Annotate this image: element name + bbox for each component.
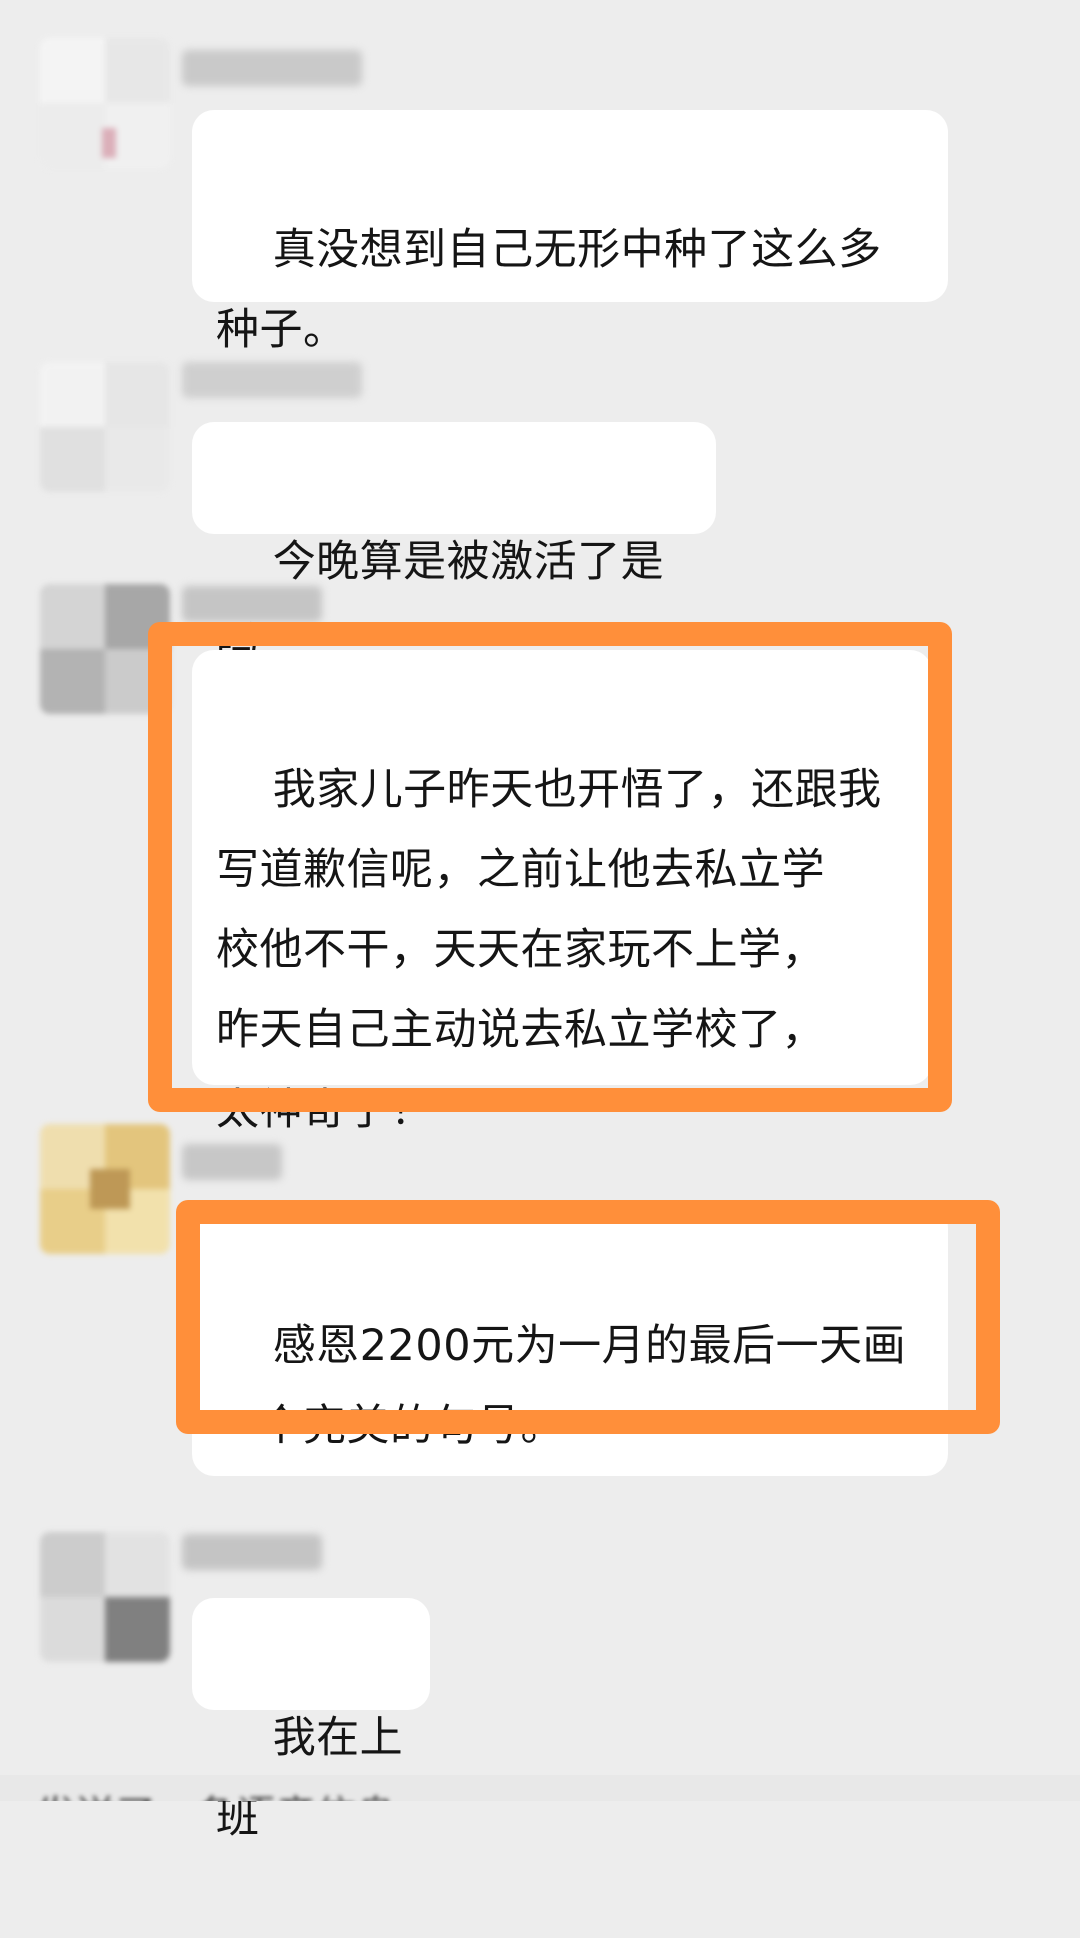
avatar[interactable] bbox=[40, 1124, 170, 1254]
partial-next-message: 发送了一条语音信息 bbox=[0, 1775, 1080, 1801]
sender-name-blurred bbox=[182, 586, 322, 622]
avatar[interactable] bbox=[40, 1532, 170, 1662]
sender-name-blurred bbox=[182, 50, 362, 86]
message-bubble[interactable]: 我在上班 bbox=[192, 1598, 430, 1843]
message-bubble[interactable]: 今晚算是被激活了是吗 bbox=[192, 422, 716, 667]
message-text: 真没想到自己无形中种了这么多 种子。 bbox=[216, 225, 882, 355]
message-bubble[interactable]: 真没想到自己无形中种了这么多 种子。 bbox=[192, 110, 948, 355]
chat-message-list[interactable]: 真没想到自己无形中种了这么多 种子。 今晚算是被激活了是吗 我家儿子昨天也开悟了… bbox=[0, 0, 1080, 1843]
avatar[interactable] bbox=[40, 362, 170, 492]
message-text: 我家儿子昨天也开悟了，还跟我 写道歉信呢，之前让他去私立学 校他不干，天天在家玩… bbox=[216, 765, 882, 1135]
partial-message-text: 发送了一条语音信息 bbox=[36, 1783, 396, 1801]
sender-name-blurred bbox=[182, 1144, 282, 1180]
sender-name-blurred bbox=[182, 362, 362, 398]
message-text: 感恩2200元为一月的最后一天画 一个完美的句号。 bbox=[216, 1321, 907, 1451]
message-bubble[interactable]: 我家儿子昨天也开悟了，还跟我 写道歉信呢，之前让他去私立学 校他不干，天天在家玩… bbox=[192, 650, 932, 1135]
sender-name-blurred bbox=[182, 1534, 322, 1570]
message-bubble[interactable]: 感恩2200元为一月的最后一天画 一个完美的句号。 bbox=[192, 1206, 948, 1476]
avatar[interactable] bbox=[40, 584, 170, 714]
avatar[interactable] bbox=[40, 38, 170, 168]
